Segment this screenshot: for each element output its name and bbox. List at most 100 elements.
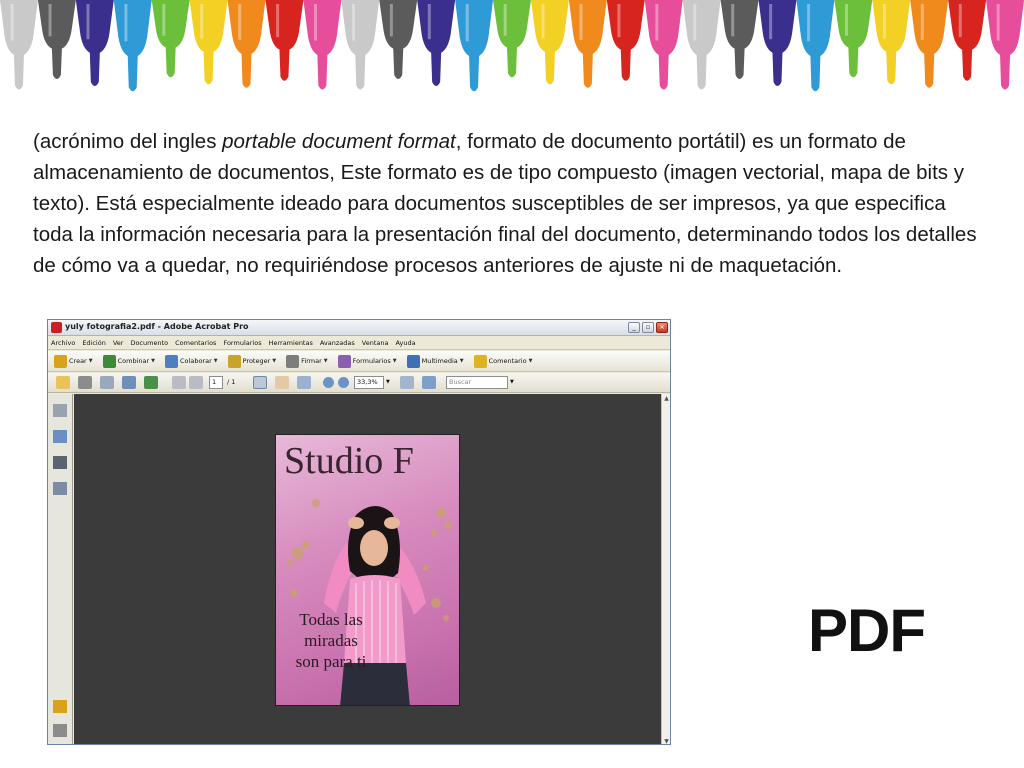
task-label: Combinar [117,357,150,365]
open-folder-icon[interactable] [56,376,70,389]
signatures-icon[interactable] [53,482,67,495]
cover-tagline: Todas las miradas son para ti [286,609,376,672]
menu-item-ver[interactable]: Ver [113,339,124,347]
task-label: Proteger [242,357,271,365]
scroll-down-icon[interactable]: ▼ [663,738,670,744]
task-colaborar-button[interactable]: Colaborar ▼ [165,354,218,368]
tagline-line: miradas [304,631,358,650]
paint-drip [720,0,759,79]
page-number-input[interactable]: 1 [209,376,223,389]
paint-drip [948,0,987,81]
fit-width-icon[interactable] [422,376,436,389]
chevron-down-icon: ▼ [151,358,156,364]
task-comentario-button[interactable]: Comentario ▼ [473,354,532,368]
task-label: Crear [69,357,87,365]
paint-drip [417,0,456,86]
menu-item-herramientas[interactable]: Herramientas [269,339,313,347]
task-label: Firmar [301,357,322,365]
paint-drip [568,0,607,88]
bookmarks-icon[interactable] [53,430,67,443]
comment-icon [473,354,487,368]
paragraph-italic: portable document format [222,130,456,153]
paint-drip [986,0,1024,90]
minimize-icon[interactable]: _ [628,322,640,333]
zoom-level-field[interactable]: 33,3% [354,376,384,389]
select-cursor-icon[interactable] [253,376,267,389]
task-multimedia-button[interactable]: Multimedia ▼ [406,354,464,368]
tagline-line: son para ti [295,652,367,671]
task-firmar-button[interactable]: Firmar ▼ [286,354,328,368]
fit-page-icon[interactable] [400,376,414,389]
menu-item-formularios[interactable]: Formularios [223,339,261,347]
page-total: / 1 [227,378,236,386]
paragraph-prefix: (acrónimo del ingles [33,130,223,153]
task-label: Multimedia [421,357,458,365]
window-titlebar: yuly fotografia2.pdf - Adobe Acrobat Pro… [48,320,670,336]
task-label: Formularios [352,357,391,365]
zoom-tool-icon[interactable] [297,376,311,389]
lock-icon [227,354,241,368]
zoom-out-icon[interactable] [323,377,334,388]
chevron-down-icon: ▼ [323,358,328,364]
arrow-down-icon[interactable] [189,376,203,389]
cover-title: Studio F [284,440,414,482]
paint-drip [379,0,418,79]
magazine-cover-page: Studio F Todas las miradas son para ti [275,434,460,706]
paint-drip [910,0,949,88]
create-pdf-icon [54,354,67,368]
multimedia-icon [406,354,420,368]
chevron-down-icon[interactable]: ▼ [386,376,390,389]
task-combinar-button[interactable]: Combinar ▼ [102,354,156,368]
comments-panel-icon[interactable] [53,700,67,713]
email-icon[interactable] [122,376,136,389]
pages-icon[interactable] [53,404,67,417]
layers-icon[interactable] [53,456,67,469]
acrobat-app-icon [51,322,62,333]
task-proteger-button[interactable]: Proteger ▼ [227,354,276,368]
chevron-down-icon: ▼ [213,358,218,364]
attachments-icon[interactable] [53,724,67,737]
paint-drip [872,0,911,85]
close-icon[interactable]: × [656,322,668,333]
paint-drip [227,0,266,88]
paint-drip [682,0,721,90]
paint-drip [341,0,380,90]
menu-item-archivo[interactable]: Archivo [51,339,75,347]
menu-item-avanzadas[interactable]: Avanzadas [320,339,355,347]
paint-drip [75,0,114,86]
acrobat-window: yuly fotografia2.pdf - Adobe Acrobat Pro… [47,319,671,745]
task-label: Colaborar [180,357,212,365]
refresh-icon[interactable] [144,376,158,389]
tasks-toolbar: Crear ▼ Combinar ▼ Colaborar ▼ Proteger ▼ Fi… [48,351,670,372]
pdf-heading: PDF [808,597,926,664]
chevron-down-icon: ▼ [88,358,93,364]
task-label: Comentario [488,357,527,365]
search-input[interactable]: Buscar [446,376,508,389]
model-photo [287,499,452,705]
paint-drip [455,0,494,92]
save-icon[interactable] [100,376,114,389]
paint-drip [644,0,683,90]
menu-item-ayuda[interactable]: Ayuda [395,339,415,347]
menu-item-ventana[interactable]: Ventana [362,339,389,347]
task-formularios-button[interactable]: Formularios ▼ [337,354,397,368]
pen-icon [286,354,300,368]
task-crear-button[interactable]: Crear ▼ [54,354,93,368]
paint-drip [758,0,797,86]
menu-item-comentarios[interactable]: Comentarios [175,339,216,347]
print-icon[interactable] [78,376,92,389]
menu-item-edicion[interactable]: Edición [82,339,106,347]
paint-drip [796,0,835,92]
paint-drip [113,0,152,92]
main-toolbar: 1 / 1 33,3% ▼ Buscar ▼ [48,373,670,393]
scroll-up-icon[interactable]: ▲ [663,395,670,402]
arrow-up-icon[interactable] [172,376,186,389]
vertical-scrollbar[interactable]: ▲ ▼ [661,394,670,744]
forms-icon [337,354,351,368]
paint-drip-banner [0,0,1024,92]
menu-item-documento[interactable]: Documento [130,339,168,347]
zoom-in-icon[interactable] [338,377,349,388]
hand-tool-icon[interactable] [275,376,289,389]
maximize-icon[interactable]: ▫ [642,322,654,333]
chevron-down-icon[interactable]: ▼ [510,376,514,389]
